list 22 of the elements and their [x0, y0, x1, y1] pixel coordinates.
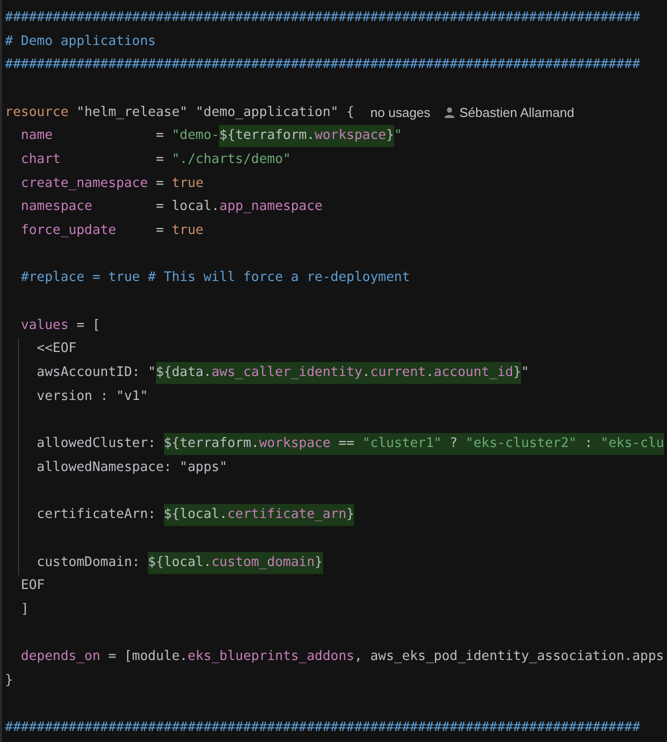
code-line: depends_on = [module.eks_blueprints_addons, aws_eks_pod_identity_association.apps — [20, 648, 664, 666]
person-icon — [444, 107, 456, 118]
comment-line: ################################################################################ — [5, 56, 640, 74]
code-line: resource "helm_release" "demo_application" { — [5, 104, 354, 122]
code-line: values = [ — [20, 316, 100, 335]
code-line: } — [5, 672, 13, 690]
code-line: EOF — [20, 577, 45, 596]
code-line: name = "demo-${terraform.workspace}" — [5, 125, 402, 148]
code-line: create_namespace = true — [20, 174, 204, 193]
code-line: allowedNamespace: "apps" — [36, 458, 228, 477]
author-hint[interactable]: Sébastien Allamand — [459, 105, 574, 120]
code-line: namespace = local.app_namespace — [20, 198, 323, 216]
code-line: <<EOF — [36, 340, 76, 358]
code-line: ] — [20, 601, 29, 620]
code-line: force_update = true — [20, 222, 204, 240]
comment-line: ################################################################################ — [5, 719, 640, 738]
comment-line: ################################################################################ — [5, 8, 640, 27]
usages-hint[interactable]: no usages — [370, 105, 430, 120]
code-line: version : "v1" — [36, 388, 148, 406]
code-line: chart = "./charts/demo" — [20, 150, 291, 169]
comment-line: # Demo applications — [5, 32, 156, 51]
comment-line: #replace = true # This will force a re-deployment — [20, 269, 410, 288]
